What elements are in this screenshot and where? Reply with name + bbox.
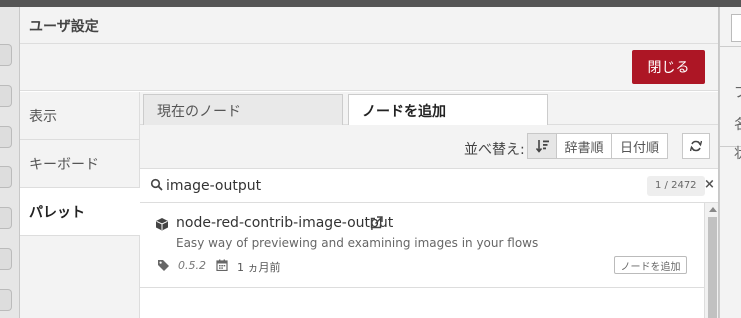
results-scrollbar[interactable]	[704, 203, 718, 318]
user-settings-dialog: ユーザ設定 閉じる 表示 キーボード パレット 現在のノード ノードを追加 並べ…	[19, 7, 719, 318]
package-description: Easy way of previewing and examining ima…	[176, 236, 539, 250]
clear-search-button[interactable]: ×	[704, 177, 715, 192]
search-bar: 1 / 2472 ×	[140, 169, 718, 203]
info-sidebar-text: 名	[734, 114, 741, 134]
palette-node	[0, 85, 12, 107]
info-sidebar-text: プ	[734, 82, 741, 102]
dialog-button-bar: 閉じる	[20, 44, 718, 91]
package-icon	[156, 218, 168, 231]
refresh-icon	[690, 140, 702, 152]
sort-icon	[535, 140, 549, 153]
search-icon	[150, 178, 163, 191]
palette-node	[0, 289, 12, 311]
list-item: node-red-contrib-image-output Easy way o…	[140, 203, 704, 288]
tag-icon	[158, 260, 169, 271]
package-name: node-red-contrib-image-output	[176, 215, 394, 231]
nav-item-keyboard[interactable]: キーボード	[20, 140, 139, 188]
palette-panel: 現在のノード ノードを追加 並べ替え: 辞書順 日付順 image-output…	[140, 92, 718, 318]
search-input[interactable]	[166, 173, 616, 199]
results-list: node-red-contrib-image-output Easy way o…	[140, 203, 718, 318]
info-sidebar-tab	[731, 14, 741, 42]
dialog-body: 表示 キーボード パレット 現在のノード ノードを追加 並べ替え: 辞書順 日付…	[20, 92, 718, 318]
refresh-button[interactable]	[682, 133, 710, 159]
editor-header	[0, 0, 741, 7]
palette-tabs: 現在のノード ノードを追加	[140, 92, 718, 126]
calendar-icon	[216, 259, 228, 271]
search-result-count: 1 / 2472	[647, 176, 705, 196]
palette-sidebar	[0, 7, 19, 318]
palette-node	[0, 126, 12, 148]
palette-node	[0, 44, 12, 66]
sort-group: 辞書順 日付順	[527, 133, 668, 159]
palette-node	[0, 207, 12, 229]
install-node-button[interactable]: ノードを追加	[614, 256, 687, 274]
info-sidebar-text: 状	[734, 143, 741, 163]
sort-bar: 並べ替え: 辞書順 日付順	[140, 125, 718, 169]
nav-item-view[interactable]: 表示	[20, 92, 139, 140]
close-button[interactable]: 閉じる	[632, 50, 705, 84]
palette-node	[0, 166, 12, 188]
sort-date-button[interactable]: 日付順	[611, 133, 668, 159]
external-link-icon[interactable]	[370, 216, 383, 229]
nav-item-palette[interactable]: パレット	[20, 188, 140, 236]
scroll-thumb[interactable]	[708, 217, 717, 318]
sort-label: 並べ替え:	[464, 142, 525, 158]
palette-node	[0, 248, 12, 270]
settings-nav: 表示 キーボード パレット	[20, 92, 140, 318]
tab-install[interactable]: ノードを追加	[348, 94, 548, 126]
scroll-up-arrow[interactable]	[709, 207, 717, 212]
sort-relevance-button[interactable]	[527, 133, 557, 159]
sort-alphabetical-button[interactable]: 辞書順	[556, 133, 612, 159]
package-updated: 1 ヵ月前	[237, 261, 281, 274]
package-version: 0.5.2	[178, 259, 206, 272]
divider	[720, 46, 741, 47]
tab-current-nodes[interactable]: 現在のノード	[143, 94, 343, 126]
dialog-title: ユーザ設定	[20, 7, 718, 44]
